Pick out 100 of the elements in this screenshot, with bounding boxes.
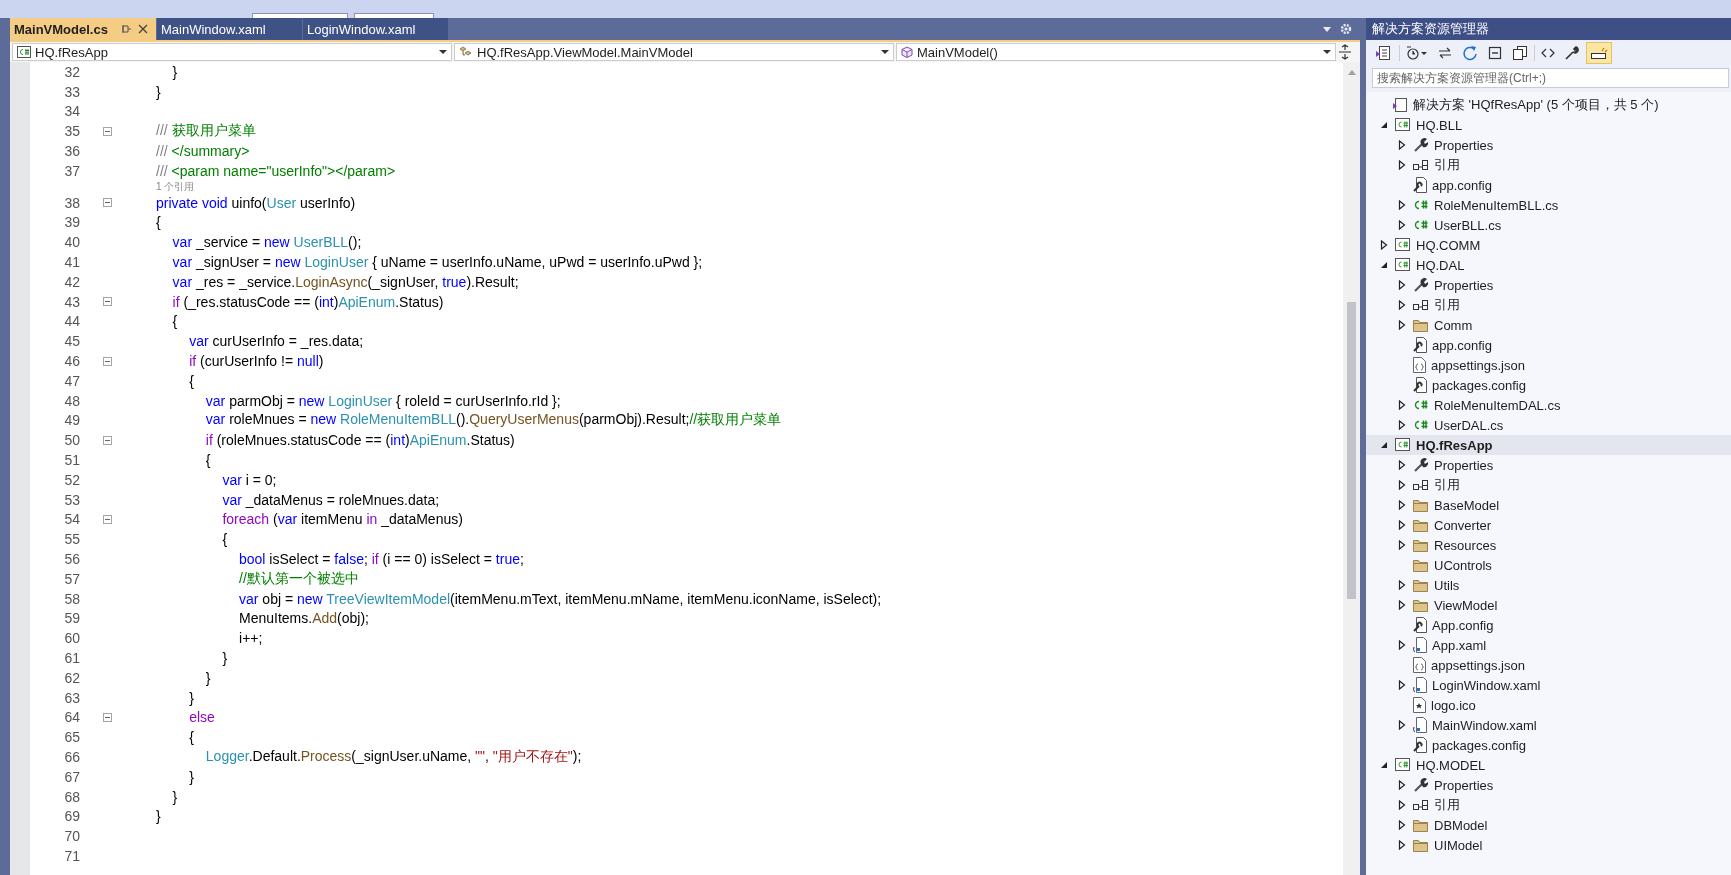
document-tab[interactable]: MainVModel.cs xyxy=(10,18,156,40)
tree-item[interactable]: RoleMenuItemBLL.cs xyxy=(1366,195,1731,215)
caret-icon[interactable] xyxy=(1398,280,1406,290)
caret-icon[interactable] xyxy=(1398,140,1406,150)
dropdown-field[interactable]: MainVModel() xyxy=(896,43,1336,61)
minus-box-icon[interactable] xyxy=(103,297,112,307)
line-number: 56 xyxy=(63,551,80,567)
tree-item[interactable]: Resources xyxy=(1366,535,1731,555)
tree-item[interactable]: Utils xyxy=(1366,575,1731,595)
caret-icon[interactable] xyxy=(1398,840,1406,850)
tree-item[interactable]: HQ.BLL xyxy=(1366,115,1731,135)
tree-item[interactable]: 引用 xyxy=(1366,155,1731,175)
split-icon[interactable] xyxy=(1338,44,1352,60)
line-number: 62 xyxy=(63,669,80,686)
caret-icon[interactable] xyxy=(1398,600,1406,610)
caret-icon[interactable] xyxy=(1380,441,1388,449)
minus-box-icon[interactable] xyxy=(103,198,112,208)
caret-icon[interactable] xyxy=(1398,800,1406,810)
caret-icon[interactable] xyxy=(1398,160,1406,170)
tree-item[interactable]: UserDAL.cs xyxy=(1366,415,1731,435)
tree-item[interactable]: Comm xyxy=(1366,315,1731,335)
tree-item[interactable]: UserBLL.cs xyxy=(1366,215,1731,235)
tree-item[interactable]: RoleMenuItemDAL.cs xyxy=(1366,395,1731,415)
caret-icon[interactable] xyxy=(1398,640,1406,650)
tree-item[interactable]: appsettings.json xyxy=(1366,355,1731,375)
document-tab[interactable]: LoginWindow.xaml xyxy=(303,18,448,40)
line-number: 42 xyxy=(63,273,80,290)
reference-count-link[interactable]: 1 个引用 xyxy=(156,179,195,194)
minus-box-icon[interactable] xyxy=(103,126,112,136)
tree-item[interactable]: packages.config xyxy=(1366,735,1731,755)
caret-icon[interactable] xyxy=(1380,761,1388,769)
dropdown-field[interactable]: HQ.fResApp.ViewModel.MainVModel xyxy=(454,43,894,61)
close-icon[interactable] xyxy=(138,24,148,34)
caret-icon[interactable] xyxy=(1380,261,1388,269)
caret-icon[interactable] xyxy=(1398,460,1406,470)
dropdown-field[interactable]: HQ.fResApp xyxy=(12,43,452,61)
tree-item[interactable]: 引用 xyxy=(1366,295,1731,315)
tree-item[interactable]: LoginWindow.xaml xyxy=(1366,675,1731,695)
caret-icon[interactable] xyxy=(1398,780,1406,790)
toolbar-field[interactable] xyxy=(354,13,434,18)
toolbar-button[interactable] xyxy=(1586,42,1612,64)
tree-item[interactable]: logo.ico xyxy=(1366,695,1731,715)
tree-item[interactable]: DBModel xyxy=(1366,815,1731,835)
tree-item[interactable]: BaseModel xyxy=(1366,495,1731,515)
caret-icon[interactable] xyxy=(1398,720,1406,730)
minus-box-icon[interactable] xyxy=(103,435,112,445)
code-line: Logger.Default.Process(_signUser.uName, "", "用户不存在"); xyxy=(204,748,582,766)
tree-item[interactable]: 引用 xyxy=(1366,795,1731,815)
pin-icon[interactable] xyxy=(120,23,132,35)
tree-item[interactable]: Properties xyxy=(1366,775,1731,795)
dropdown-icon[interactable] xyxy=(1323,49,1331,55)
dropdown-icon[interactable] xyxy=(439,49,447,55)
tree-item[interactable]: HQ.MODEL xyxy=(1366,755,1731,775)
caret-icon[interactable] xyxy=(1380,240,1388,250)
tree-item[interactable]: HQ.fResApp xyxy=(1366,435,1731,455)
caret-icon[interactable] xyxy=(1398,580,1406,590)
caret-icon[interactable] xyxy=(1398,680,1406,690)
caret-icon[interactable] xyxy=(1398,200,1406,210)
tree-item[interactable]: app.config xyxy=(1366,335,1731,355)
tree-item[interactable]: Properties xyxy=(1366,275,1731,295)
toolbar-field[interactable] xyxy=(252,13,348,18)
tree-item[interactable]: app.config xyxy=(1366,175,1731,195)
caret-icon[interactable] xyxy=(1398,220,1406,230)
caret-icon[interactable] xyxy=(1398,520,1406,530)
scrollbar[interactable] xyxy=(1343,62,1360,875)
minus-box-icon[interactable] xyxy=(103,356,112,366)
tree-item[interactable]: MainWindow.xaml xyxy=(1366,715,1731,735)
code-line: var i = 0; xyxy=(221,471,277,488)
search-field[interactable]: 搜索解决方案资源管理器(Ctrl+;) xyxy=(1372,68,1729,88)
caret-icon[interactable] xyxy=(1398,480,1406,490)
code-line: var _service = new UserBLL(); xyxy=(171,234,362,251)
folder-icon xyxy=(1413,558,1429,572)
tree-item[interactable]: 引用 xyxy=(1366,475,1731,495)
tree-item[interactable]: 解决方案 'HQfResApp' (5 个项目，共 5 个) xyxy=(1366,95,1731,115)
document-tab[interactable]: MainWindow.xaml xyxy=(157,18,302,40)
caret-icon[interactable] xyxy=(1398,820,1406,830)
tree-item[interactable]: Properties xyxy=(1366,135,1731,155)
caret-icon[interactable] xyxy=(1398,320,1406,330)
caret-icon[interactable] xyxy=(1398,300,1406,310)
settings-icon[interactable] xyxy=(1340,23,1352,35)
tree-item[interactable]: App.xaml xyxy=(1366,635,1731,655)
caret-icon[interactable] xyxy=(1398,540,1406,550)
tree-item[interactable]: Properties xyxy=(1366,455,1731,475)
tree-item[interactable]: HQ.COMM xyxy=(1366,235,1731,255)
caret-icon[interactable] xyxy=(1398,500,1406,510)
minus-box-icon[interactable] xyxy=(103,712,112,722)
dropdown-icon[interactable] xyxy=(881,49,889,55)
tree-item[interactable]: Converter xyxy=(1366,515,1731,535)
tree-item[interactable]: App.config xyxy=(1366,615,1731,635)
minus-box-icon[interactable] xyxy=(103,514,112,524)
caret-icon[interactable] xyxy=(1398,420,1406,430)
tree-item[interactable]: UIModel xyxy=(1366,835,1731,855)
tree-item[interactable]: HQ.DAL xyxy=(1366,255,1731,275)
tree-item[interactable]: UControls xyxy=(1366,555,1731,575)
caret-icon[interactable] xyxy=(1380,121,1388,129)
tree-item[interactable]: ViewModel xyxy=(1366,595,1731,615)
scrollbar-thumb[interactable] xyxy=(1347,302,1356,599)
caret-icon[interactable] xyxy=(1398,400,1406,410)
tree-item[interactable]: appsettings.json xyxy=(1366,655,1731,675)
tree-item[interactable]: packages.config xyxy=(1366,375,1731,395)
